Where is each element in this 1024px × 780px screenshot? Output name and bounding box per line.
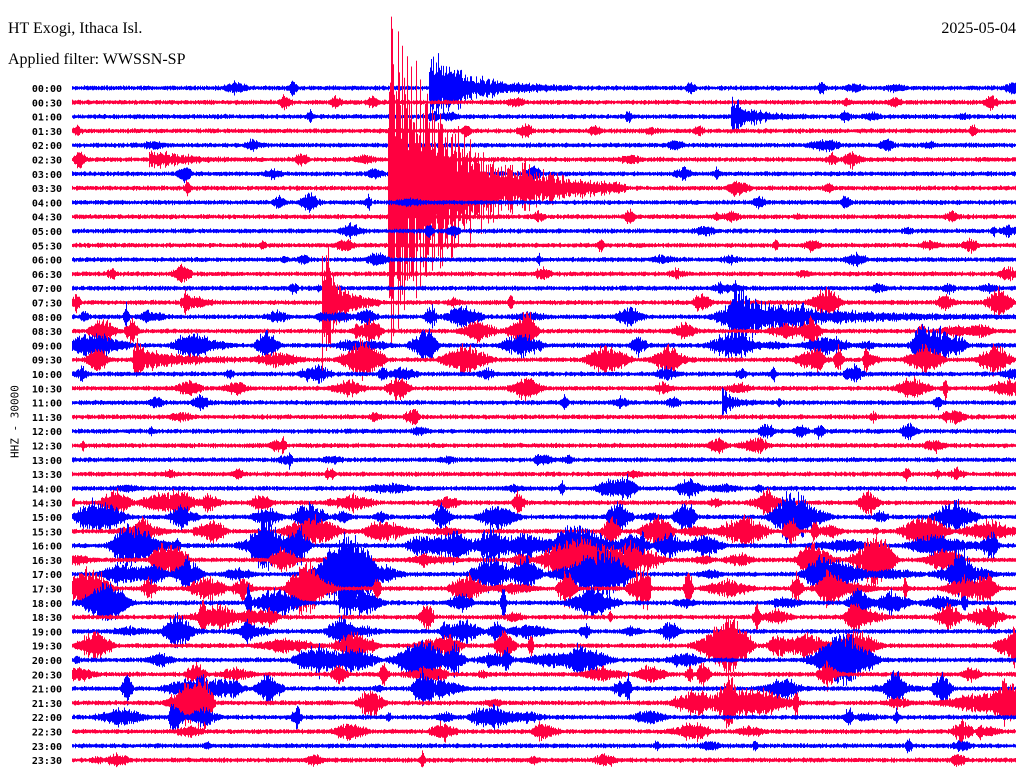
row-time-label: 01:00: [32, 113, 62, 124]
row-time-label: 02:30: [32, 156, 62, 167]
row-time-label: 04:30: [32, 213, 62, 224]
row-time-label: 11:30: [32, 413, 62, 424]
row-time-label: 22:00: [32, 713, 62, 724]
trace-row-1400: [72, 473, 1016, 501]
row-time-label: 17:00: [32, 570, 62, 581]
row-time-label: 16:00: [32, 542, 62, 553]
trace-row-0000: [72, 53, 1016, 116]
row-time-label: 06:30: [32, 270, 62, 281]
row-time-label: 21:00: [32, 685, 62, 696]
row-time-label: 09:00: [32, 341, 62, 352]
row-time-label: 13:00: [32, 456, 62, 467]
trace-row-0330: [72, 16, 1016, 343]
trace-row-2330: [72, 750, 1016, 768]
row-time-label: 12:30: [32, 442, 62, 453]
row-time-label: 00:30: [32, 98, 62, 109]
row-time-label: 14:30: [32, 499, 62, 510]
trace-row-1300: [72, 452, 1016, 470]
row-time-label: 01:30: [32, 127, 62, 138]
row-time-label: 14:00: [32, 484, 62, 495]
row-time-label: 19:00: [32, 627, 62, 638]
row-time-label: 23:00: [32, 742, 62, 753]
row-time-label: 16:30: [32, 556, 62, 567]
row-time-label: 05:30: [32, 241, 62, 252]
trace-row-1230: [72, 436, 1016, 455]
row-time-label: 21:30: [32, 699, 62, 710]
row-time-label: 13:30: [32, 470, 62, 481]
trace-row-1330: [72, 466, 1016, 482]
row-time-label: 10:00: [32, 370, 62, 381]
row-time-label: 07:30: [32, 299, 62, 310]
trace-row-2300: [72, 738, 1016, 754]
row-time-label: 12:00: [32, 427, 62, 438]
trace-row-1000: [72, 363, 1016, 384]
row-time-label: 11:00: [32, 399, 62, 410]
row-time-label: 20:30: [32, 670, 62, 681]
row-time-label: 05:00: [32, 227, 62, 238]
trace-row-0500: [72, 222, 1016, 240]
row-time-label: 10:30: [32, 384, 62, 395]
trace-row-1130: [72, 409, 1016, 425]
row-time-label: 23:30: [32, 756, 62, 767]
row-time-label: 08:00: [32, 313, 62, 324]
row-time-label: 09:30: [32, 356, 62, 367]
row-time-label: 19:30: [32, 642, 62, 653]
row-time-label: 07:00: [32, 284, 62, 295]
trace-row-0230: [72, 150, 1016, 170]
row-time-label: 06:00: [32, 256, 62, 267]
trace-row-0600: [72, 251, 1016, 268]
row-time-label: 15:00: [32, 513, 62, 524]
trace-row-0430: [72, 208, 1016, 224]
row-time-label: 15:30: [32, 527, 62, 538]
trace-row-0530: [72, 237, 1016, 254]
trace-row-1030: [72, 376, 1016, 402]
row-time-label: 03:00: [32, 170, 62, 181]
trace-row-0030: [72, 94, 1016, 111]
trace-row-0630: [72, 263, 1016, 283]
row-time-label: 17:30: [32, 585, 62, 596]
trace-row-0200: [72, 138, 1016, 153]
row-time-label: 02:00: [32, 141, 62, 152]
trace-row-1200: [72, 422, 1016, 441]
trace-row-0130: [72, 123, 1016, 139]
trace-row-1100: [72, 387, 1016, 416]
row-time-label: 04:00: [32, 198, 62, 209]
row-time-label: 18:30: [32, 613, 62, 624]
row-time-label: 20:00: [32, 656, 62, 667]
trace-row-2230: [72, 718, 1016, 745]
helicorder-plot: 00:00 00:30 01:00 01:30 02:00 02:30 03:00 03:30…: [32, 16, 1016, 768]
trace-row-0730: [72, 247, 1016, 373]
row-time-label: 18:00: [32, 599, 62, 610]
trace-row-0700: [72, 281, 1016, 295]
row-time-label: 22:30: [32, 728, 62, 739]
row-time-label: 03:30: [32, 184, 62, 195]
row-time-label: 08:30: [32, 327, 62, 338]
row-time-label: 00:00: [32, 84, 62, 95]
